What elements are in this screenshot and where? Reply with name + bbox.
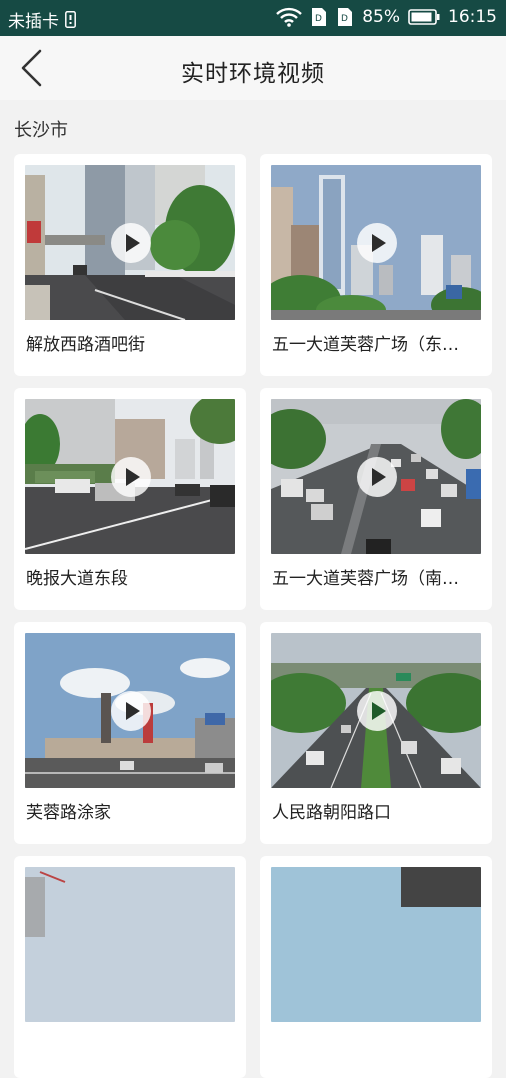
video-thumbnail: [271, 165, 481, 320]
video-card[interactable]: 解放西路酒吧街: [14, 154, 246, 376]
play-icon[interactable]: [111, 457, 151, 497]
video-thumbnail: [271, 399, 481, 554]
video-grid: 解放西路酒吧街 五一大道芙蓉广场（东… 晚报大道东段 五一大道芙蓉广场（南… 芙…: [0, 0, 506, 1078]
video-card[interactable]: 晚报大道东段: [14, 388, 246, 610]
video-card[interactable]: 五一大道芙蓉广场（东…: [260, 154, 492, 376]
video-thumbnail: [25, 867, 235, 1022]
video-card[interactable]: [260, 856, 492, 1078]
video-card[interactable]: 五一大道芙蓉广场（南…: [260, 388, 492, 610]
play-icon[interactable]: [357, 457, 397, 497]
play-icon[interactable]: [357, 223, 397, 263]
video-caption: 五一大道芙蓉广场（南…: [272, 569, 459, 589]
video-thumbnail: [25, 399, 235, 554]
video-thumbnail: [271, 867, 481, 1022]
video-card[interactable]: 芙蓉路涂家: [14, 622, 246, 844]
video-thumbnail: [271, 633, 481, 788]
video-caption: 芙蓉路涂家: [26, 803, 111, 823]
video-caption: 解放西路酒吧街: [26, 335, 145, 355]
video-caption: 五一大道芙蓉广场（东…: [272, 335, 459, 355]
video-thumbnail: [25, 633, 235, 788]
video-caption: 晚报大道东段: [26, 569, 128, 589]
play-icon[interactable]: [357, 691, 397, 731]
video-thumbnail: [25, 165, 235, 320]
play-icon[interactable]: [111, 223, 151, 263]
video-card[interactable]: 人民路朝阳路口: [260, 622, 492, 844]
play-icon[interactable]: [111, 691, 151, 731]
video-caption: 人民路朝阳路口: [272, 803, 391, 823]
video-card[interactable]: [14, 856, 246, 1078]
